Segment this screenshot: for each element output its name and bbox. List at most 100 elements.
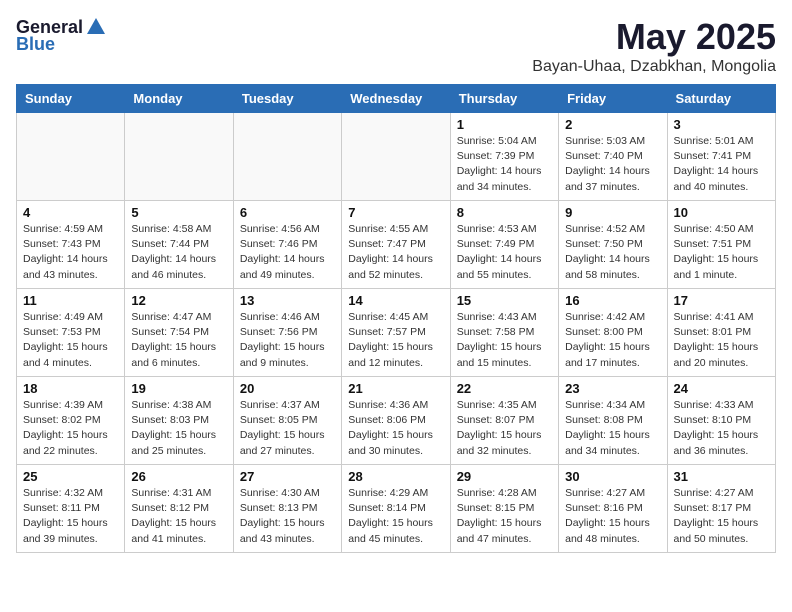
- day-number: 14: [348, 293, 443, 308]
- calendar-cell: 22 Sunrise: 4:35 AM Sunset: 8:07 PM Dayli…: [450, 377, 558, 465]
- day-info: Sunrise: 4:34 AM Sunset: 8:08 PM Dayligh…: [565, 398, 660, 459]
- weekday-header-saturday: Saturday: [667, 85, 775, 113]
- calendar-table: SundayMondayTuesdayWednesdayThursdayFrid…: [16, 84, 776, 553]
- day-info: Sunrise: 4:38 AM Sunset: 8:03 PM Dayligh…: [131, 398, 226, 459]
- title-area: May 2025 Bayan-Uhaa, Dzabkhan, Mongolia: [532, 16, 776, 76]
- calendar-cell: 25 Sunrise: 4:32 AM Sunset: 8:11 PM Dayli…: [17, 465, 125, 553]
- day-info: Sunrise: 4:55 AM Sunset: 7:47 PM Dayligh…: [348, 222, 443, 283]
- day-info: Sunrise: 4:35 AM Sunset: 8:07 PM Dayligh…: [457, 398, 552, 459]
- weekday-header-thursday: Thursday: [450, 85, 558, 113]
- day-number: 5: [131, 205, 226, 220]
- calendar-cell: 2 Sunrise: 5:03 AM Sunset: 7:40 PM Daylig…: [559, 113, 667, 201]
- week-row-4: 18 Sunrise: 4:39 AM Sunset: 8:02 PM Dayli…: [17, 377, 776, 465]
- calendar-cell: 3Sunrise: 5:01 AM Sunset: 7:41 PM Daylig…: [667, 113, 775, 201]
- day-info: Sunrise: 4:29 AM Sunset: 8:14 PM Dayligh…: [348, 486, 443, 547]
- day-number: 16: [565, 293, 660, 308]
- day-info: Sunrise: 4:41 AM Sunset: 8:01 PM Dayligh…: [674, 310, 769, 371]
- calendar-cell: 28 Sunrise: 4:29 AM Sunset: 8:14 PM Dayli…: [342, 465, 450, 553]
- day-info: Sunrise: 4:30 AM Sunset: 8:13 PM Dayligh…: [240, 486, 335, 547]
- day-info: Sunrise: 4:53 AM Sunset: 7:49 PM Dayligh…: [457, 222, 552, 283]
- day-info: Sunrise: 4:56 AM Sunset: 7:46 PM Dayligh…: [240, 222, 335, 283]
- day-number: 15: [457, 293, 552, 308]
- day-number: 4: [23, 205, 118, 220]
- calendar-cell: 7 Sunrise: 4:55 AM Sunset: 7:47 PM Daylig…: [342, 201, 450, 289]
- day-number: 31: [674, 469, 769, 484]
- logo-icon: [85, 16, 107, 38]
- day-number: 25: [23, 469, 118, 484]
- day-number: 24: [674, 381, 769, 396]
- day-info: Sunrise: 4:50 AM Sunset: 7:51 PM Dayligh…: [674, 222, 769, 283]
- calendar-cell: 1Sunrise: 5:04 AM Sunset: 7:39 PM Daylig…: [450, 113, 558, 201]
- day-number: 28: [348, 469, 443, 484]
- day-number: 2: [565, 117, 660, 132]
- calendar-cell: 30Sunrise: 4:27 AM Sunset: 8:16 PM Dayli…: [559, 465, 667, 553]
- day-number: 13: [240, 293, 335, 308]
- day-info: Sunrise: 4:37 AM Sunset: 8:05 PM Dayligh…: [240, 398, 335, 459]
- calendar-cell: 11Sunrise: 4:49 AM Sunset: 7:53 PM Dayli…: [17, 289, 125, 377]
- day-info: Sunrise: 4:28 AM Sunset: 8:15 PM Dayligh…: [457, 486, 552, 547]
- day-info: Sunrise: 5:03 AM Sunset: 7:40 PM Dayligh…: [565, 134, 660, 195]
- calendar-cell: 29 Sunrise: 4:28 AM Sunset: 8:15 PM Dayli…: [450, 465, 558, 553]
- calendar-cell: 27 Sunrise: 4:30 AM Sunset: 8:13 PM Dayli…: [233, 465, 341, 553]
- weekday-header-wednesday: Wednesday: [342, 85, 450, 113]
- day-number: 19: [131, 381, 226, 396]
- day-number: 20: [240, 381, 335, 396]
- weekday-header-row: SundayMondayTuesdayWednesdayThursdayFrid…: [17, 85, 776, 113]
- month-title: May 2025: [532, 16, 776, 58]
- calendar-cell: 19 Sunrise: 4:38 AM Sunset: 8:03 PM Dayli…: [125, 377, 233, 465]
- day-number: 22: [457, 381, 552, 396]
- day-info: Sunrise: 4:36 AM Sunset: 8:06 PM Dayligh…: [348, 398, 443, 459]
- day-number: 12: [131, 293, 226, 308]
- day-info: Sunrise: 4:39 AM Sunset: 8:02 PM Dayligh…: [23, 398, 118, 459]
- day-number: 17: [674, 293, 769, 308]
- weekday-header-monday: Monday: [125, 85, 233, 113]
- day-info: Sunrise: 4:42 AM Sunset: 8:00 PM Dayligh…: [565, 310, 660, 371]
- day-info: Sunrise: 4:45 AM Sunset: 7:57 PM Dayligh…: [348, 310, 443, 371]
- day-number: 7: [348, 205, 443, 220]
- calendar-cell: [233, 113, 341, 201]
- day-info: Sunrise: 4:46 AM Sunset: 7:56 PM Dayligh…: [240, 310, 335, 371]
- day-number: 6: [240, 205, 335, 220]
- day-info: Sunrise: 4:27 AM Sunset: 8:16 PM Dayligh…: [565, 486, 660, 547]
- day-info: Sunrise: 4:59 AM Sunset: 7:43 PM Dayligh…: [23, 222, 118, 283]
- day-number: 23: [565, 381, 660, 396]
- day-number: 21: [348, 381, 443, 396]
- calendar-cell: 18 Sunrise: 4:39 AM Sunset: 8:02 PM Dayli…: [17, 377, 125, 465]
- week-row-5: 25 Sunrise: 4:32 AM Sunset: 8:11 PM Dayli…: [17, 465, 776, 553]
- calendar-cell: 6 Sunrise: 4:56 AM Sunset: 7:46 PM Daylig…: [233, 201, 341, 289]
- day-number: 1: [457, 117, 552, 132]
- day-info: Sunrise: 4:49 AM Sunset: 7:53 PM Dayligh…: [23, 310, 118, 371]
- calendar-cell: 10Sunrise: 4:50 AM Sunset: 7:51 PM Dayli…: [667, 201, 775, 289]
- logo-blue-text: Blue: [16, 34, 55, 55]
- calendar-cell: 13 Sunrise: 4:46 AM Sunset: 7:56 PM Dayli…: [233, 289, 341, 377]
- day-info: Sunrise: 4:27 AM Sunset: 8:17 PM Dayligh…: [674, 486, 769, 547]
- calendar-cell: 16 Sunrise: 4:42 AM Sunset: 8:00 PM Dayli…: [559, 289, 667, 377]
- calendar-cell: 24 Sunrise: 4:33 AM Sunset: 8:10 PM Dayli…: [667, 377, 775, 465]
- calendar-cell: 31 Sunrise: 4:27 AM Sunset: 8:17 PM Dayli…: [667, 465, 775, 553]
- day-number: 8: [457, 205, 552, 220]
- calendar-cell: 20 Sunrise: 4:37 AM Sunset: 8:05 PM Dayli…: [233, 377, 341, 465]
- day-info: Sunrise: 4:52 AM Sunset: 7:50 PM Dayligh…: [565, 222, 660, 283]
- week-row-3: 11Sunrise: 4:49 AM Sunset: 7:53 PM Dayli…: [17, 289, 776, 377]
- day-info: Sunrise: 4:58 AM Sunset: 7:44 PM Dayligh…: [131, 222, 226, 283]
- calendar-cell: [17, 113, 125, 201]
- day-number: 27: [240, 469, 335, 484]
- calendar-cell: 14 Sunrise: 4:45 AM Sunset: 7:57 PM Dayli…: [342, 289, 450, 377]
- weekday-header-friday: Friday: [559, 85, 667, 113]
- day-number: 29: [457, 469, 552, 484]
- calendar-cell: [125, 113, 233, 201]
- day-info: Sunrise: 4:33 AM Sunset: 8:10 PM Dayligh…: [674, 398, 769, 459]
- day-number: 18: [23, 381, 118, 396]
- calendar-cell: 12Sunrise: 4:47 AM Sunset: 7:54 PM Dayli…: [125, 289, 233, 377]
- weekday-header-sunday: Sunday: [17, 85, 125, 113]
- calendar-cell: 5 Sunrise: 4:58 AM Sunset: 7:44 PM Daylig…: [125, 201, 233, 289]
- calendar-cell: 4 Sunrise: 4:59 AM Sunset: 7:43 PM Daylig…: [17, 201, 125, 289]
- calendar-cell: 15 Sunrise: 4:43 AM Sunset: 7:58 PM Dayli…: [450, 289, 558, 377]
- day-info: Sunrise: 4:43 AM Sunset: 7:58 PM Dayligh…: [457, 310, 552, 371]
- day-info: Sunrise: 4:32 AM Sunset: 8:11 PM Dayligh…: [23, 486, 118, 547]
- calendar-cell: 23 Sunrise: 4:34 AM Sunset: 8:08 PM Dayli…: [559, 377, 667, 465]
- location-title: Bayan-Uhaa, Dzabkhan, Mongolia: [532, 58, 776, 76]
- weekday-header-tuesday: Tuesday: [233, 85, 341, 113]
- calendar-cell: 26Sunrise: 4:31 AM Sunset: 8:12 PM Dayli…: [125, 465, 233, 553]
- logo: General Blue: [16, 16, 107, 55]
